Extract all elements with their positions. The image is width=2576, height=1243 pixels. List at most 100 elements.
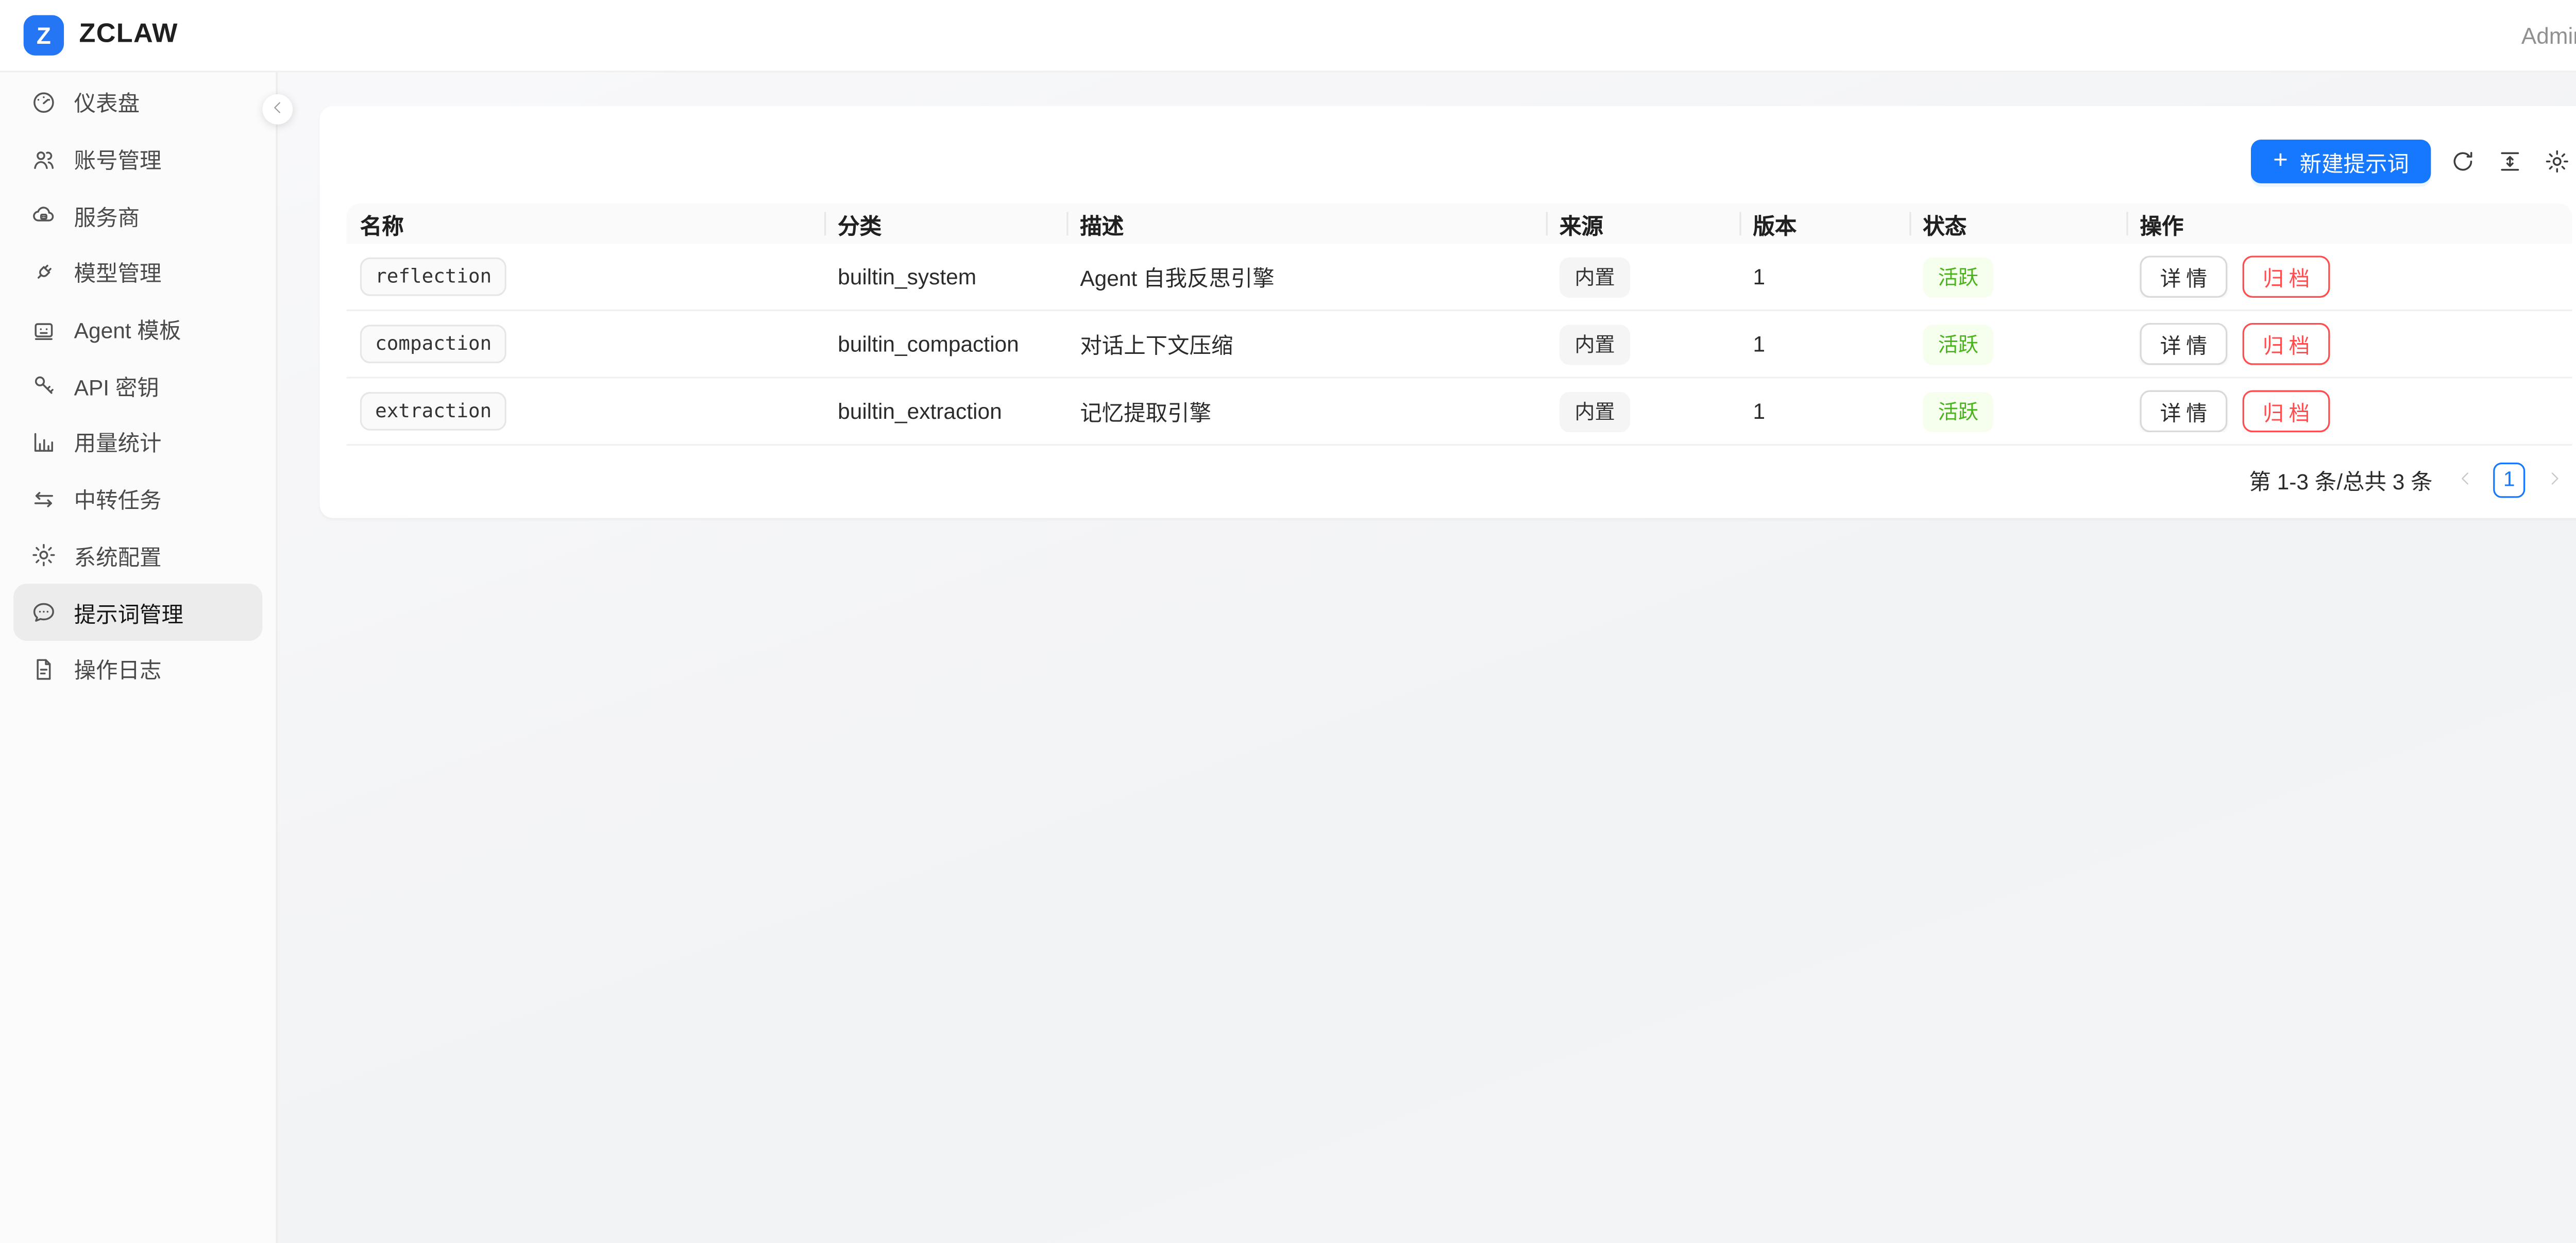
column-header-category: 分类 — [824, 203, 1066, 244]
sidebar-item-api-keys[interactable]: API 密钥 — [13, 357, 262, 414]
robot-icon — [30, 316, 57, 343]
sidebar-nav: 仪表盘账号管理服务商模型管理Agent 模板 API 密钥用量统计中转任务系统配置… — [0, 72, 278, 1243]
table-cell-source: 内置 — [1546, 257, 1740, 297]
gear-icon — [30, 542, 57, 569]
description-text: 对话上下文压缩 — [1080, 328, 1233, 360]
pagination-prev-button[interactable] — [2446, 461, 2483, 498]
cloud-icon — [30, 202, 57, 229]
archive-button[interactable]: 归档 — [2243, 323, 2330, 365]
description-text: Agent 自我反思引擎 — [1080, 261, 1274, 293]
table-toolbar: + 新建提示词 — [319, 106, 2576, 203]
category-text: builtin_extraction — [838, 399, 1002, 424]
sidebar-item-label: 仪表盘 — [74, 87, 140, 118]
table-cell-description: 对话上下文压缩 — [1066, 328, 1546, 360]
table-cell-version: 1 — [1739, 399, 1909, 424]
table-body: reflectionbuiltin_systemAgent 自我反思引擎内置1活… — [347, 244, 2572, 446]
sidebar-item-agent-templates[interactable]: Agent 模板 — [13, 301, 262, 357]
table-cell-source: 内置 — [1546, 324, 1740, 364]
document-icon — [30, 656, 57, 683]
user-menu[interactable]: Admin — [2521, 23, 2576, 48]
density-button[interactable] — [2495, 146, 2525, 177]
message-icon — [30, 599, 57, 626]
prompt-name-chip: extraction — [360, 392, 507, 431]
description-text: 记忆提取引擎 — [1080, 395, 1211, 427]
table-row: extraction builtin_extraction 记忆提取引擎 内置1 活跃 详… — [347, 379, 2572, 446]
source-tag: 内置 — [1560, 324, 1630, 364]
sidebar-item-label: API 密钥 — [74, 370, 159, 402]
new-prompt-button[interactable]: + 新建提示词 — [2251, 140, 2431, 183]
pagination-page-1[interactable]: 1 — [2493, 462, 2525, 497]
chevron-left-icon — [269, 94, 286, 125]
sidebar-item-prompt-management[interactable]: 提示词管理 — [13, 584, 262, 641]
version-text: 1 — [1753, 264, 1765, 290]
sidebar-item-label: 提示词管理 — [74, 597, 183, 628]
sidebar-item-label: 操作日志 — [74, 653, 162, 685]
table-cell-name: extraction — [347, 392, 824, 431]
sidebar-item-operation-logs[interactable]: 操作日志 — [13, 641, 262, 697]
column-header-version: 版本 — [1739, 203, 1909, 244]
brand-title: ZCLAW — [79, 20, 178, 50]
table-cell-category: builtin_system — [824, 264, 1066, 290]
table-cell-category: builtin_compaction — [824, 331, 1066, 356]
users-icon — [30, 146, 57, 173]
status-badge: 活跃 — [1923, 391, 1993, 431]
brand-logo-icon: Z — [24, 15, 64, 55]
archive-button[interactable]: 归档 — [2243, 390, 2330, 433]
plug-icon — [30, 259, 57, 286]
prompt-name-chip: reflection — [360, 258, 507, 296]
prompt-name-chip: compaction — [360, 325, 507, 363]
pagination: 第 1-3 条/总共 3 条 1 — [319, 446, 2576, 498]
sidebar-item-system-config[interactable]: 系统配置 — [13, 527, 262, 584]
sidebar-item-usage-stats[interactable]: 用量统计 — [13, 414, 262, 471]
column-header-source: 来源 — [1546, 203, 1740, 244]
table-cell-category: builtin_extraction — [824, 399, 1066, 424]
table-cell-name: reflection — [347, 258, 824, 296]
table-cell-name: compaction — [347, 325, 824, 363]
table-cell-status: 活跃 — [1909, 391, 2126, 431]
table-header-row: 名称分类描述来源版本状态操作 — [347, 203, 2572, 244]
table-row: reflection builtin_system Agent 自我反思引擎 内置 1 活… — [347, 244, 2572, 311]
chevron-left-icon — [2455, 467, 2474, 492]
dashboard-icon — [30, 89, 57, 116]
table-cell-source: 内置 — [1546, 391, 1740, 431]
prompt-table: 名称分类描述来源版本状态操作 reflection builtin_system A… — [347, 203, 2572, 446]
column-settings-button[interactable] — [2542, 146, 2572, 177]
archive-button[interactable]: 归档 — [2243, 256, 2330, 298]
detail-button[interactable]: 详情 — [2140, 390, 2227, 433]
prompt-table-card: + 新建提示词 名称分类描述来源版本状态操作 reflection builtin… — [319, 106, 2576, 518]
chevron-right-icon — [2545, 467, 2563, 492]
detail-button[interactable]: 详情 — [2140, 323, 2227, 365]
table-cell-actions: 详情归档 — [2126, 390, 2572, 433]
table-row: compaction builtin_compaction 对话上下文压缩 内置 1 活跃… — [347, 311, 2572, 379]
pagination-summary: 第 1-3 条/总共 3 条 — [2249, 464, 2432, 496]
sidebar-item-label: 用量统计 — [74, 427, 162, 458]
new-prompt-button-label: 新建提示词 — [2300, 145, 2409, 177]
table-cell-actions: 详情归档 — [2126, 323, 2572, 365]
status-badge: 活跃 — [1923, 324, 1993, 364]
top-header: Z ZCLAW Admin — [0, 0, 2576, 72]
swap-icon — [30, 486, 57, 513]
reload-button[interactable] — [2448, 146, 2478, 177]
key-icon — [30, 372, 57, 399]
sidebar-item-dashboard[interactable]: 仪表盘 — [13, 74, 262, 131]
column-header-actions: 操作 — [2126, 203, 2572, 244]
pagination-next-button[interactable] — [2535, 461, 2572, 498]
sidebar-item-accounts[interactable]: 账号管理 — [13, 131, 262, 188]
table-cell-actions: 详情归档 — [2126, 256, 2572, 298]
table-cell-version: 1 — [1739, 331, 1909, 356]
version-text: 1 — [1753, 331, 1765, 356]
category-text: builtin_system — [838, 264, 976, 290]
sidebar-item-label: 账号管理 — [74, 143, 162, 175]
sidebar-collapse-button[interactable] — [262, 94, 293, 125]
status-badge: 活跃 — [1923, 257, 1993, 297]
gear-icon — [2544, 148, 2570, 175]
column-header-description: 描述 — [1066, 203, 1546, 244]
sidebar-item-models[interactable]: 模型管理 — [13, 244, 262, 301]
main-content: + 新建提示词 名称分类描述来源版本状态操作 reflection builtin… — [278, 72, 2576, 1243]
sidebar-item-label: 中转任务 — [74, 483, 162, 515]
table-cell-description: 记忆提取引擎 — [1066, 395, 1546, 427]
sidebar-item-providers[interactable]: 服务商 — [13, 188, 262, 244]
sidebar-item-relay-tasks[interactable]: 中转任务 — [13, 471, 262, 527]
table-cell-status: 活跃 — [1909, 257, 2126, 297]
detail-button[interactable]: 详情 — [2140, 256, 2227, 298]
